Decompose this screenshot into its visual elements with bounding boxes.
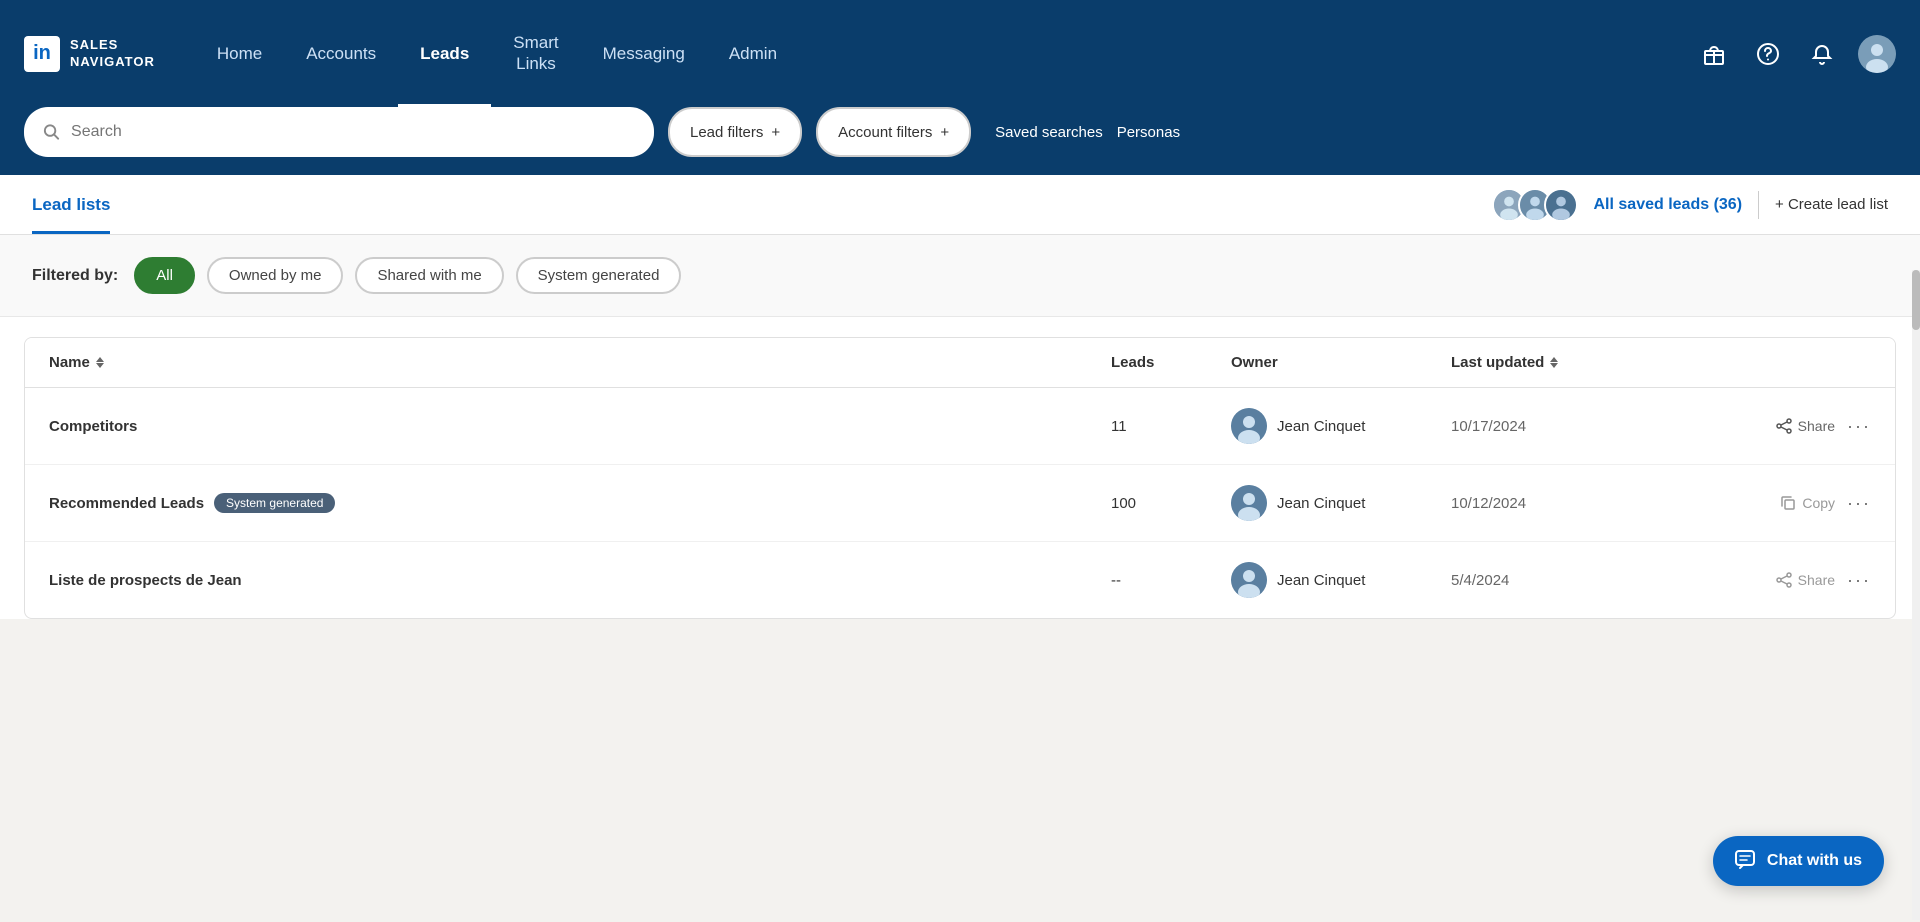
scrollbar-track [1912,270,1920,920]
nav-accounts[interactable]: Accounts [284,0,398,107]
system-generated-badge: System generated [214,493,335,513]
account-filters-button[interactable]: Account filters + [816,107,971,157]
nav-messaging[interactable]: Messaging [581,0,707,107]
more-options-recommended[interactable]: ··· [1847,493,1871,514]
nav-right-icons [1696,35,1896,73]
row-name-recommended: Recommended Leads System generated [49,493,1111,513]
row-actions-liste: Share ··· [1711,570,1871,591]
personas-link[interactable]: Personas [1117,124,1180,141]
row-actions-competitors: Share ··· [1711,416,1871,437]
row-leads-recommended: 100 [1111,495,1231,512]
nav-leads[interactable]: Leads [398,0,491,107]
filter-all-button[interactable]: All [134,257,195,294]
row-name-liste: Liste de prospects de Jean [49,572,1111,589]
table-row: Liste de prospects de Jean -- Jean Cinqu… [25,542,1895,618]
row-owner-competitors: Jean Cinquet [1231,408,1451,444]
more-options-liste[interactable]: ··· [1847,570,1871,591]
all-saved-leads-link[interactable]: All saved leads (36) [1594,196,1743,214]
search-box [24,107,654,157]
row-name-competitors: Competitors [49,418,1111,435]
main-content: Lead lists [0,175,1920,619]
row-date-recommended: 10/12/2024 [1451,495,1711,512]
lead-lists-tab[interactable]: Lead lists [32,175,110,234]
copy-button-recommended[interactable]: Copy [1780,495,1835,511]
top-navigation: in SALES NAVIGATOR Home Accounts Leads S… [0,0,1920,107]
nav-smart-links[interactable]: Smart Links [491,0,580,107]
notification-bell-icon[interactable] [1804,36,1840,72]
owner-avatar-competitors [1231,408,1267,444]
chat-with-us-button[interactable]: Chat with us [1713,836,1884,886]
avatar-group [1492,188,1578,222]
scrollbar-thumb[interactable] [1912,270,1920,330]
saved-searches-link[interactable]: Saved searches [995,124,1103,141]
user-avatar[interactable] [1858,35,1896,73]
gift-icon[interactable] [1696,36,1732,72]
table-row: Competitors 11 Jean Cinquet 10/17/2024 [25,388,1895,465]
copy-icon [1780,495,1796,511]
row-leads-liste: -- [1111,572,1231,589]
filtered-by-label: Filtered by: [32,267,118,285]
table-row: Recommended Leads System generated 100 J… [25,465,1895,542]
lead-lists-right: All saved leads (36) + Create lead list [1492,188,1889,222]
col-name-header: Name [49,354,1111,371]
filter-system-generated-button[interactable]: System generated [516,257,682,294]
share-button-liste[interactable]: Share [1776,572,1835,588]
lead-filters-button[interactable]: Lead filters + [668,107,802,157]
filter-pills-area: Filtered by: All Owned by me Shared with… [0,235,1920,317]
row-date-competitors: 10/17/2024 [1451,418,1711,435]
col-owner-header: Owner [1231,354,1451,371]
filter-shared-with-me-button[interactable]: Shared with me [355,257,503,294]
filter-owned-by-me-button[interactable]: Owned by me [207,257,344,294]
share-icon [1776,572,1792,588]
logo-area[interactable]: in SALES NAVIGATOR [24,36,155,72]
row-leads-competitors: 11 [1111,418,1231,435]
col-leads-header: Leads [1111,354,1231,371]
avatar-3 [1544,188,1578,222]
row-owner-recommended: Jean Cinquet [1231,485,1451,521]
search-input[interactable] [71,123,636,141]
nav-links: Home Accounts Leads Smart Links Messagin… [195,0,1696,107]
owner-avatar-recommended [1231,485,1267,521]
search-bar-area: Lead filters + Account filters + Saved s… [0,107,1920,175]
name-sort-icon[interactable] [96,357,104,368]
row-owner-liste: Jean Cinquet [1231,562,1451,598]
chat-icon [1735,850,1757,872]
create-lead-list-button[interactable]: + Create lead list [1775,196,1888,213]
linkedin-logo-icon: in [24,36,60,72]
col-actions-header [1711,354,1871,371]
table-header: Name Leads Owner Last updated [25,338,1895,388]
col-last-updated-header: Last updated [1451,354,1711,371]
search-icon [42,122,61,142]
row-actions-recommended: Copy ··· [1711,493,1871,514]
lead-lists-header: Lead lists [0,175,1920,235]
date-sort-icon[interactable] [1550,357,1558,368]
row-date-liste: 5/4/2024 [1451,572,1711,589]
app-name: SALES NAVIGATOR [70,37,155,71]
share-button-competitors[interactable]: Share [1776,418,1835,434]
help-icon[interactable] [1750,36,1786,72]
share-icon [1776,418,1792,434]
nav-home[interactable]: Home [195,0,284,107]
owner-avatar-liste [1231,562,1267,598]
lead-lists-table: Name Leads Owner Last updated [24,337,1896,619]
vertical-divider [1758,191,1759,219]
nav-admin[interactable]: Admin [707,0,799,107]
more-options-competitors[interactable]: ··· [1847,416,1871,437]
